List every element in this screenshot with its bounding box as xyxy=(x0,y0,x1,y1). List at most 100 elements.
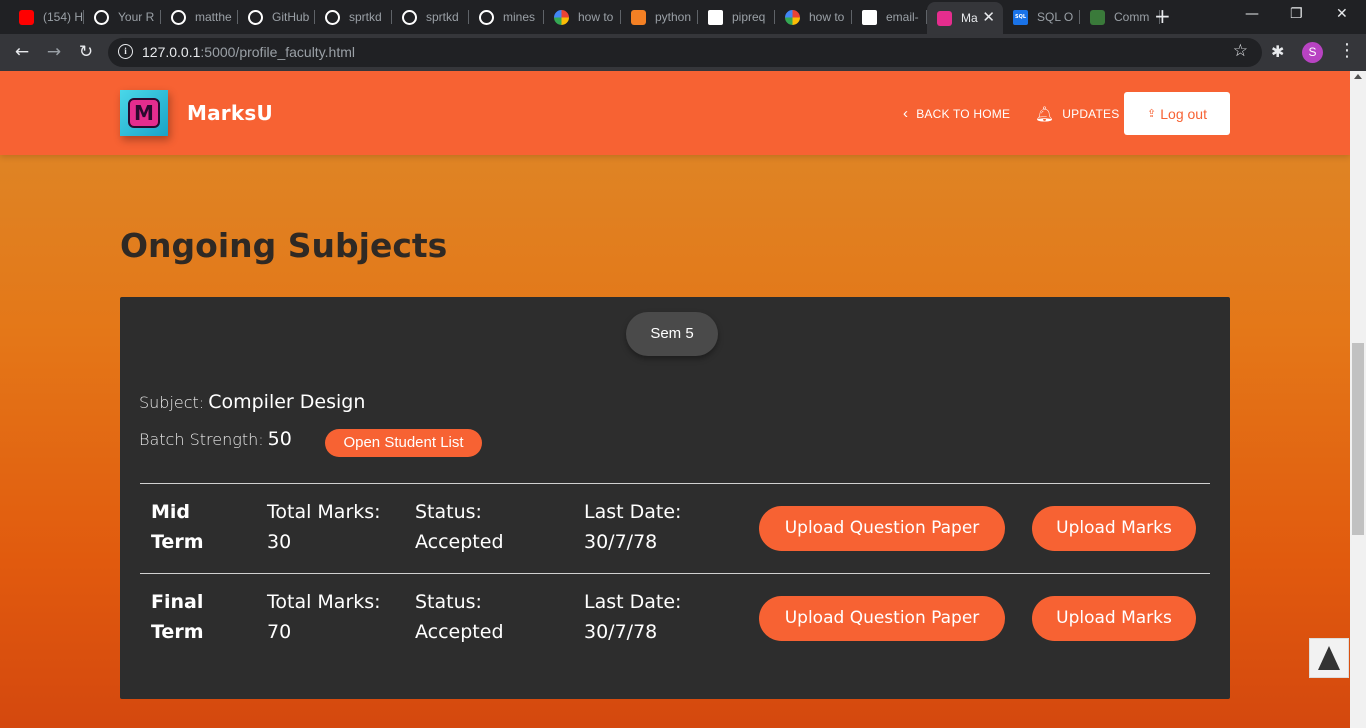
site-info-icon[interactable]: i xyxy=(118,44,133,59)
tab-label: python xyxy=(655,10,692,24)
logout-label: Log out xyxy=(1160,105,1207,122)
forward-arrow-icon[interactable]: → xyxy=(44,42,64,62)
github-icon xyxy=(479,9,494,25)
tab-label: SQL O xyxy=(1037,10,1074,24)
back-to-home-label: BACK TO HOME xyxy=(916,106,1011,121)
browser-menu-icon[interactable]: ⋮ xyxy=(1338,40,1356,61)
updates-label: UPDATES xyxy=(1062,107,1120,121)
scrollbar-thumb[interactable] xyxy=(1352,343,1364,535)
open-student-list-button[interactable]: Open Student List xyxy=(325,429,482,457)
github-icon xyxy=(94,9,109,25)
scroll-up-arrow-icon[interactable] xyxy=(1354,74,1362,79)
status-value: Accepted xyxy=(415,531,504,553)
brand-name[interactable]: MarksU xyxy=(187,101,273,125)
updates-link[interactable]: 🔔︎ UPDATES xyxy=(1035,105,1119,123)
tab-label: email- xyxy=(886,10,919,24)
logout-button[interactable]: ⇪ Log out xyxy=(1124,92,1230,135)
upload-marks-button[interactable]: Upload Marks xyxy=(1032,596,1196,641)
browser-tab[interactable]: mines xyxy=(469,4,544,30)
tab-label: pipreq xyxy=(732,10,766,24)
stackoverflow-icon xyxy=(631,9,646,25)
github-icon xyxy=(402,9,417,25)
term-name-line1: Final xyxy=(151,591,204,613)
last-date-value: 30/7/78 xyxy=(584,621,658,643)
term-row-mid: Mid Term Total Marks: 30 Status: Accepte… xyxy=(140,484,1210,574)
last-date: Last Date: 30/7/78 xyxy=(584,587,681,647)
tab-label: (154) H xyxy=(43,10,83,24)
minimize-icon[interactable]: — xyxy=(1245,6,1259,22)
total-marks: Total Marks: 30 xyxy=(267,497,381,557)
last-date-label: Last Date: xyxy=(584,501,682,523)
status: Status: Accepted xyxy=(415,587,504,647)
browser-tab[interactable]: how to xyxy=(775,4,852,30)
total-marks-label: Total Marks: xyxy=(267,501,381,523)
marksu-icon xyxy=(937,10,952,26)
status: Status: Accepted xyxy=(415,497,504,557)
upload-marks-button[interactable]: Upload Marks xyxy=(1032,506,1196,551)
batch-info: Batch Strength: 50 xyxy=(139,428,292,450)
upload-question-paper-button[interactable]: Upload Question Paper xyxy=(759,506,1005,551)
tab-label: how to xyxy=(578,10,614,24)
github-icon xyxy=(171,9,186,25)
tab-label: Comm xyxy=(1114,10,1150,24)
total-marks-label: Total Marks: xyxy=(267,591,381,613)
sql-tile-icon xyxy=(1090,9,1105,25)
tab-label: sprtkd xyxy=(349,10,382,24)
semester-badge[interactable]: Sem 5 xyxy=(626,312,718,356)
subject-info: Subject: Compiler Design xyxy=(139,391,365,413)
browser-tab[interactable]: pipreq xyxy=(698,4,775,30)
page-scrollbar[interactable] xyxy=(1350,71,1366,728)
youtube-icon xyxy=(19,9,34,25)
browser-tab[interactable]: how to xyxy=(544,4,621,30)
back-to-home-link[interactable]: ‹ BACK TO HOME xyxy=(903,105,1010,122)
status-label: Status: xyxy=(415,591,482,613)
bookmark-star-icon[interactable]: ☆ xyxy=(1233,41,1248,61)
browser-tab[interactable]: matthe xyxy=(161,4,238,30)
status-label: Status: xyxy=(415,501,482,523)
upload-question-paper-button[interactable]: Upload Question Paper xyxy=(759,596,1005,641)
back-arrow-icon[interactable]: ← xyxy=(12,42,32,62)
close-tab-icon[interactable]: ✕ xyxy=(982,8,995,26)
restore-icon[interactable]: ❐ xyxy=(1290,6,1303,22)
profile-avatar[interactable]: S xyxy=(1302,42,1323,63)
extensions-icon[interactable]: ✱ xyxy=(1271,42,1284,61)
browser-tab[interactable]: sprtkd xyxy=(392,4,469,30)
term-name: Final Term xyxy=(151,587,251,647)
subject-value: Compiler Design xyxy=(208,391,366,413)
browser-tab[interactable]: SQL SQL O xyxy=(1003,4,1080,30)
browser-tab[interactable]: Ma ✕ xyxy=(927,2,1003,34)
status-value: Accepted xyxy=(415,621,504,643)
page-viewport: M MarksU ‹ BACK TO HOME 🔔︎ UPDATES ⇪ Log… xyxy=(0,71,1350,728)
browser-tab[interactable]: (154) H xyxy=(9,4,84,30)
term-name-line2: Term xyxy=(151,531,204,553)
marksu-logo[interactable]: M xyxy=(120,90,168,136)
cube-icon xyxy=(862,9,877,25)
browser-toolbar: ← → ↻ i 127.0.0.1:5000/profile_faculty.h… xyxy=(0,34,1366,71)
browser-tab[interactable]: Comm xyxy=(1080,4,1160,30)
github-icon xyxy=(248,9,263,25)
term-row-final: Final Term Total Marks: 70 Status: Accep… xyxy=(140,574,1210,664)
github-icon xyxy=(325,9,340,25)
close-window-icon[interactable]: ✕ xyxy=(1336,6,1348,22)
browser-tab[interactable]: Your R xyxy=(84,4,161,30)
reload-icon[interactable]: ↻ xyxy=(76,42,96,62)
browser-tab[interactable]: email- xyxy=(852,4,927,30)
tab-label: how to xyxy=(809,10,845,24)
term-name-line1: Mid xyxy=(151,501,191,523)
url-text[interactable]: 127.0.0.1:5000/profile_faculty.html xyxy=(142,44,355,60)
new-tab-button[interactable]: + xyxy=(1154,6,1171,26)
address-bar[interactable]: i 127.0.0.1:5000/profile_faculty.html ☆ xyxy=(108,38,1262,67)
browser-tabstrip: (154) H Your R matthe GitHub sprtkd sprtkd min… xyxy=(0,0,1366,34)
google-icon xyxy=(785,9,800,25)
total-marks-value: 30 xyxy=(267,531,292,553)
bell-icon: 🔔︎ xyxy=(1035,106,1055,123)
browser-tab[interactable]: sprtkd xyxy=(315,4,392,30)
scroll-to-top-button[interactable] xyxy=(1309,638,1349,678)
browser-tab[interactable]: GitHub xyxy=(238,4,315,30)
tab-label: matthe xyxy=(195,10,232,24)
google-icon xyxy=(554,9,569,25)
chevron-left-icon: ‹ xyxy=(903,105,909,122)
subject-label: Subject: xyxy=(139,393,205,412)
last-date-label: Last Date: xyxy=(584,591,682,613)
browser-tab[interactable]: python xyxy=(621,4,698,30)
